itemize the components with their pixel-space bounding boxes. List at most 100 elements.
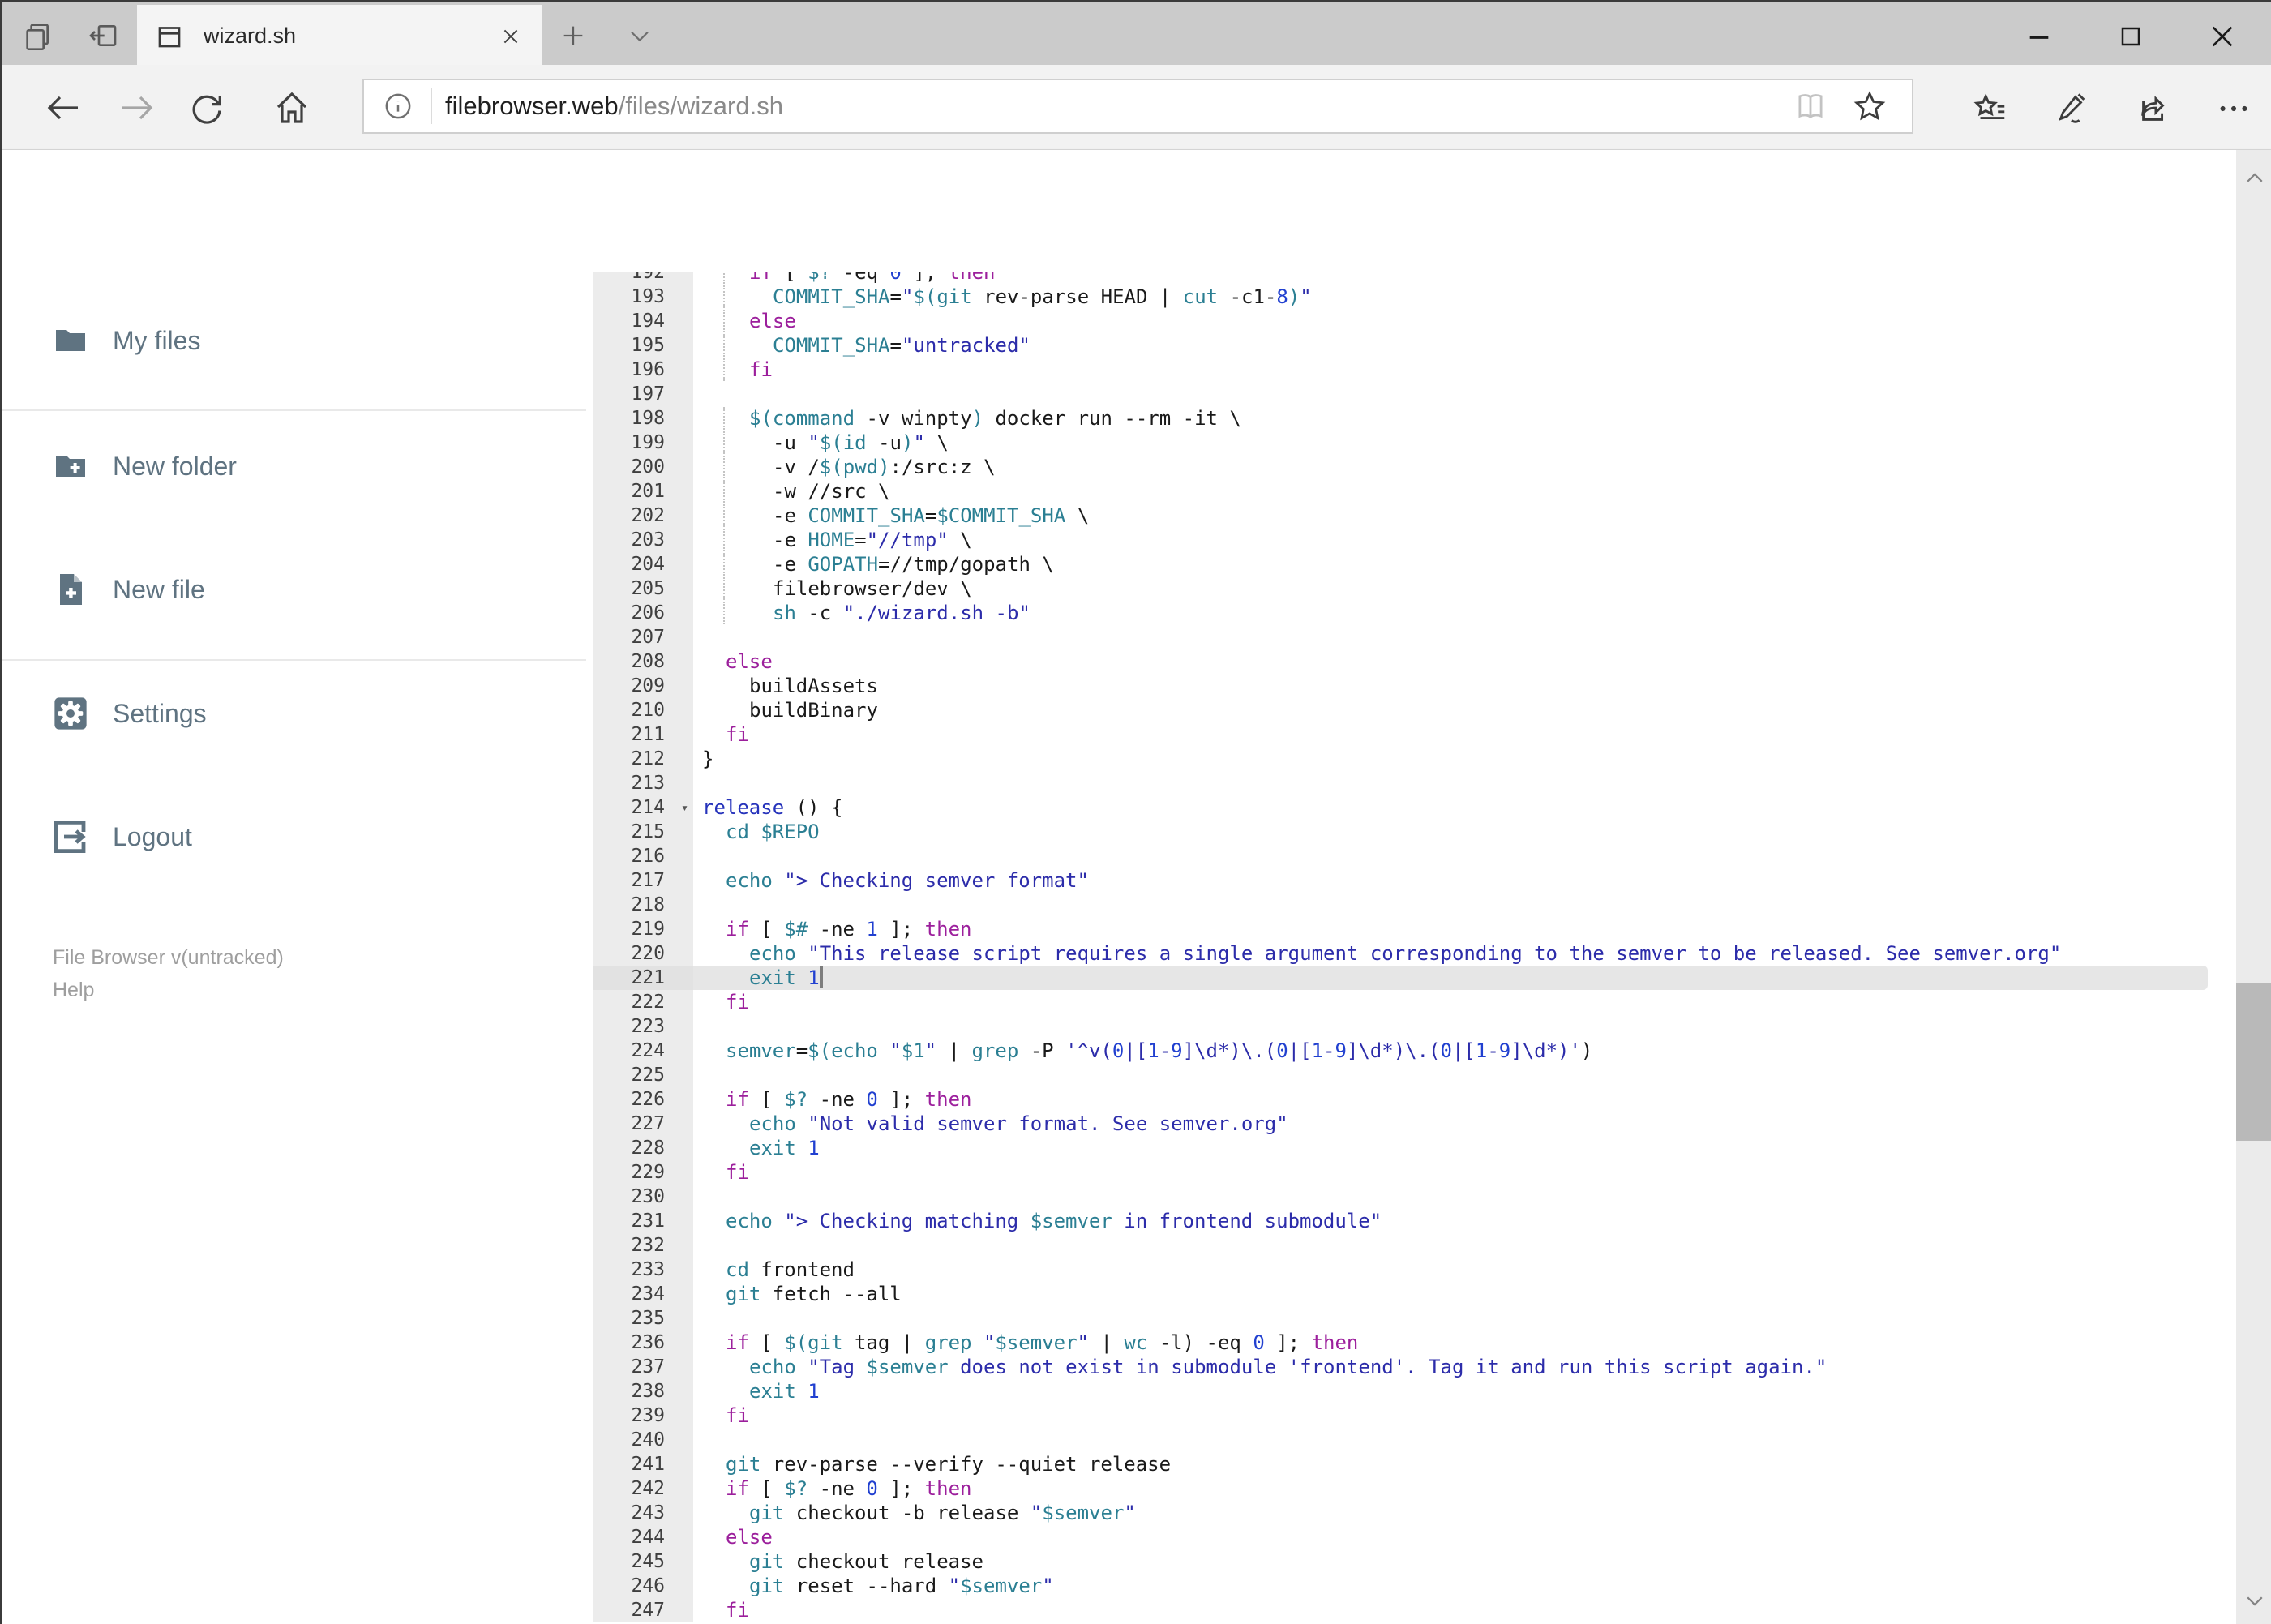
- code-row[interactable]: 239 fi: [593, 1403, 2236, 1428]
- code-row[interactable]: 231 echo "> Checking matching $semver in …: [593, 1209, 2236, 1233]
- code-row[interactable]: 205 filebrowser/dev \: [593, 576, 2236, 601]
- code-line[interactable]: echo "> Checking matching $semver in fro…: [693, 1209, 2236, 1233]
- refresh-icon[interactable]: [185, 86, 229, 130]
- code-row[interactable]: 212}: [593, 747, 2236, 771]
- code-row[interactable]: 199 -u "$(id -u)" \: [593, 431, 2236, 455]
- code-row[interactable]: 201 -w //src \: [593, 479, 2236, 503]
- code-line[interactable]: [693, 1014, 2236, 1039]
- code-line[interactable]: COMMIT_SHA="$(git rev-parse HEAD | cut -…: [693, 285, 2236, 309]
- tab-preview-icon[interactable]: [14, 17, 62, 54]
- code-row[interactable]: 198 $(command -v winpty) docker run --rm …: [593, 406, 2236, 431]
- code-row[interactable]: 200 -v /$(pwd):/src:z \: [593, 455, 2236, 479]
- code-row[interactable]: 232: [593, 1233, 2236, 1258]
- code-line[interactable]: echo "This release script requires a sin…: [693, 941, 2236, 966]
- code-row[interactable]: 236 if [ $(git tag | grep "$semver" | wc …: [593, 1330, 2236, 1355]
- code-line[interactable]: cd $REPO: [693, 820, 2236, 844]
- code-row[interactable]: 217 echo "> Checking semver format": [593, 868, 2236, 893]
- code-line[interactable]: -u "$(id -u)" \: [693, 431, 2236, 455]
- code-row[interactable]: 220 echo "This release script requires a …: [593, 941, 2236, 966]
- code-row[interactable]: 193 COMMIT_SHA="$(git rev-parse HEAD | cu…: [593, 285, 2236, 309]
- code-row[interactable]: 208 else: [593, 649, 2236, 674]
- code-line[interactable]: if [ $? -eq 0 ]; then: [693, 272, 2236, 285]
- code-row[interactable]: 229 fi: [593, 1160, 2236, 1185]
- code-line[interactable]: git checkout release: [693, 1549, 2236, 1574]
- code-row[interactable]: 227 echo "Not valid semver format. See se…: [593, 1112, 2236, 1136]
- code-line[interactable]: semver=$(echo "$1" | grep -P '^v(0|[1-9]…: [693, 1039, 2236, 1063]
- code-row[interactable]: 206 sh -c "./wizard.sh -b": [593, 601, 2236, 625]
- code-line[interactable]: release () {: [693, 795, 2236, 820]
- code-row[interactable]: 195 COMMIT_SHA="untracked": [593, 333, 2236, 358]
- code-row[interactable]: 233 cd frontend: [593, 1258, 2236, 1282]
- code-row[interactable]: 203 -e HOME="//tmp" \: [593, 528, 2236, 552]
- scrollbar-thumb[interactable]: [2236, 983, 2271, 1141]
- home-icon[interactable]: [270, 86, 314, 130]
- code-line[interactable]: cd frontend: [693, 1258, 2236, 1282]
- code-row[interactable]: 242 if [ $? -ne 0 ]; then: [593, 1476, 2236, 1501]
- code-line[interactable]: git fetch --all: [693, 1282, 2236, 1306]
- favorite-star-icon[interactable]: [1852, 88, 1888, 124]
- code-row[interactable]: 243 git checkout -b release "$semver": [593, 1501, 2236, 1525]
- code-line[interactable]: exit 1: [693, 966, 2208, 990]
- code-line[interactable]: if [ $? -ne 0 ]; then: [693, 1087, 2236, 1112]
- code-row[interactable]: 219 if [ $# -ne 1 ]; then: [593, 917, 2236, 941]
- help-link[interactable]: Help: [53, 974, 284, 1006]
- code-line[interactable]: fi: [693, 1403, 2236, 1428]
- code-row[interactable]: 245 git checkout release: [593, 1549, 2236, 1574]
- code-line[interactable]: exit 1: [693, 1136, 2236, 1160]
- code-line[interactable]: [693, 844, 2236, 868]
- code-row[interactable]: 247 fi: [593, 1598, 2236, 1622]
- code-row[interactable]: 213: [593, 771, 2236, 795]
- code-line[interactable]: [693, 893, 2236, 917]
- code-line[interactable]: fi: [693, 1598, 2236, 1622]
- code-line[interactable]: git reset --hard "$semver": [693, 1574, 2236, 1598]
- code-line[interactable]: -w //src \: [693, 479, 2236, 503]
- window-close-button[interactable]: [2185, 5, 2260, 67]
- favorites-hub-icon[interactable]: [1968, 86, 2013, 131]
- code-line[interactable]: exit 1: [693, 1379, 2236, 1403]
- new-tab-button[interactable]: [552, 17, 594, 54]
- code-line[interactable]: [693, 771, 2236, 795]
- code-row[interactable]: 196 fi: [593, 358, 2236, 382]
- code-line[interactable]: [693, 625, 2236, 649]
- scroll-down-icon[interactable]: [2236, 1582, 2271, 1619]
- code-row[interactable]: 224 semver=$(echo "$1" | grep -P '^v(0|[1…: [593, 1039, 2236, 1063]
- code-row[interactable]: 207: [593, 625, 2236, 649]
- code-line[interactable]: buildBinary: [693, 698, 2236, 722]
- code-row[interactable]: 234 git fetch --all: [593, 1282, 2236, 1306]
- code-row[interactable]: 214 ▾ release () {: [593, 795, 2236, 820]
- code-line[interactable]: if [ $# -ne 1 ]; then: [693, 917, 2236, 941]
- code-row[interactable]: 204 -e GOPATH=//tmp/gopath \: [593, 552, 2236, 576]
- code-editor[interactable]: 192 if [ $? -eq 0 ]; then 193 COMMIT_SHA="$…: [593, 272, 2236, 1624]
- code-line[interactable]: -e GOPATH=//tmp/gopath \: [693, 552, 2236, 576]
- code-line[interactable]: echo "> Checking semver format": [693, 868, 2236, 893]
- code-line[interactable]: -e COMMIT_SHA=$COMMIT_SHA \: [693, 503, 2236, 528]
- code-row[interactable]: 222 fi: [593, 990, 2236, 1014]
- code-row[interactable]: 246 git reset --hard "$semver": [593, 1574, 2236, 1598]
- code-row[interactable]: 202 -e COMMIT_SHA=$COMMIT_SHA \: [593, 503, 2236, 528]
- code-row[interactable]: 216: [593, 844, 2236, 868]
- code-line[interactable]: fi: [693, 722, 2236, 747]
- code-line[interactable]: fi: [693, 1160, 2236, 1185]
- settings-more-icon[interactable]: [2211, 86, 2256, 131]
- active-tab[interactable]: wizard.sh: [137, 5, 542, 67]
- code-line[interactable]: if [ $(git tag | grep "$semver" | wc -l)…: [693, 1330, 2236, 1355]
- code-line[interactable]: -e HOME="//tmp" \: [693, 528, 2236, 552]
- code-row[interactable]: 192 if [ $? -eq 0 ]; then: [593, 272, 2236, 285]
- code-line[interactable]: else: [693, 649, 2236, 674]
- code-line[interactable]: fi: [693, 990, 2236, 1014]
- code-row[interactable]: 218: [593, 893, 2236, 917]
- code-line[interactable]: filebrowser/dev \: [693, 576, 2236, 601]
- share-page-icon[interactable]: [2132, 86, 2177, 131]
- sidebar-item-new-folder[interactable]: New folder: [2, 440, 593, 492]
- sidebar-item-logout[interactable]: Logout: [2, 811, 593, 863]
- code-line[interactable]: COMMIT_SHA="untracked": [693, 333, 2236, 358]
- code-row[interactable]: 228 exit 1: [593, 1136, 2236, 1160]
- code-row[interactable]: 230: [593, 1185, 2236, 1209]
- window-minimize-button[interactable]: [2002, 5, 2076, 67]
- code-line[interactable]: }: [693, 747, 2236, 771]
- forward-icon[interactable]: [115, 86, 159, 130]
- code-line[interactable]: [693, 1428, 2236, 1452]
- code-line[interactable]: [693, 1306, 2236, 1330]
- code-row[interactable]: 244 else: [593, 1525, 2236, 1549]
- tab-preview-chevron-icon[interactable]: [619, 17, 661, 54]
